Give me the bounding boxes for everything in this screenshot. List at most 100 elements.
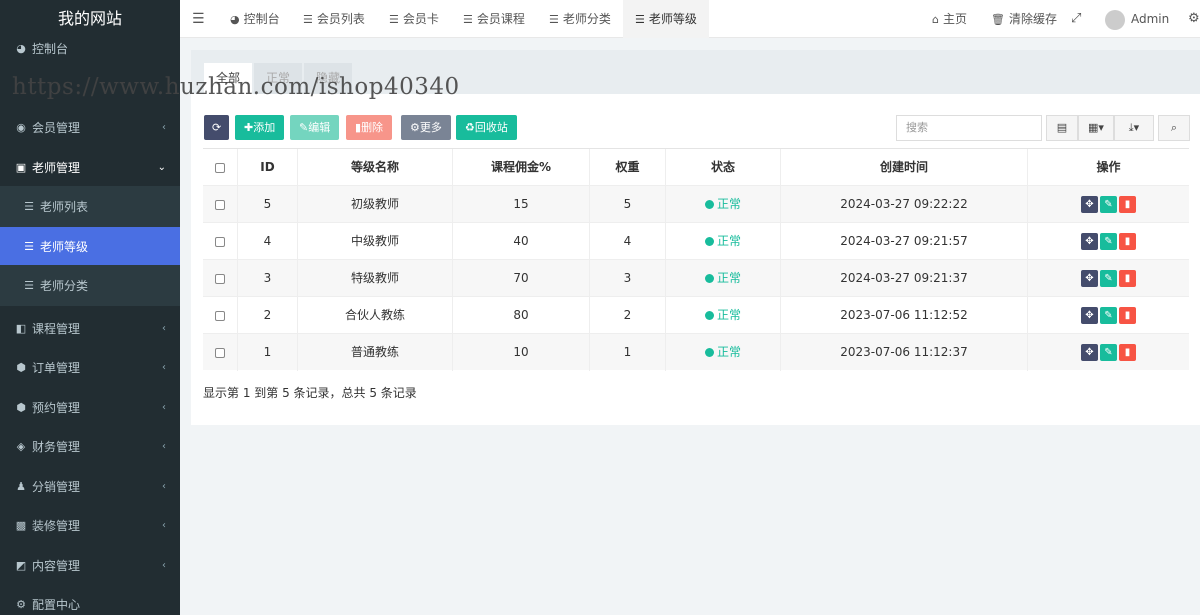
recycle-bin-button[interactable]: ♻回收站 (456, 115, 517, 140)
tab-member-list[interactable]: ☰ 会员列表 (303, 0, 365, 38)
sidebar-item-config[interactable]: ⚙ 配置中心 (0, 585, 180, 615)
sidebar-item-content[interactable]: ◩ 内容管理 ‹ (0, 546, 180, 584)
tab-label: 会员卡 (402, 12, 439, 26)
row-checkbox[interactable] (203, 223, 237, 260)
clear-cache-button[interactable]: 🗑 清除缓存 (991, 0, 1057, 38)
sidebar-item-teacher-levels[interactable]: ☰ 老师等级 (0, 227, 180, 265)
list-icon: ☰ (549, 13, 559, 26)
cell-id: 2 (237, 297, 297, 334)
tab-member-courses[interactable]: ☰ 会员课程 (463, 0, 525, 38)
dashboard-icon: ◕ (16, 41, 26, 55)
delete-row-icon[interactable]: ▮ (1119, 307, 1136, 324)
drag-move-icon[interactable]: ✥ (1081, 233, 1098, 250)
sidebar-item-teachers[interactable]: ▣ 老师管理 ⌄ (0, 148, 180, 186)
sidebar-item-label: 装修管理 (32, 518, 81, 533)
home-icon: ⌂ (932, 13, 939, 26)
column-header[interactable]: ID (237, 149, 297, 186)
sidebar-item-finance[interactable]: ◈ 财务管理 ‹ (0, 427, 180, 465)
dashboard-icon: ◕ (230, 13, 240, 26)
edit-row-icon[interactable]: ✎ (1100, 307, 1117, 324)
column-header[interactable]: 创建时间 (780, 149, 1027, 186)
recycle-icon: ♻ (465, 121, 475, 134)
edit-button[interactable]: ✎编辑 (290, 115, 340, 140)
drag-move-icon[interactable]: ✥ (1081, 344, 1098, 361)
search-button[interactable]: ⌕ (1158, 115, 1190, 141)
hamburger-menu-icon[interactable]: ☰ (192, 0, 205, 38)
chevron-left-icon: ‹ (162, 121, 166, 133)
sidebar-item-teacher-categories[interactable]: ☰ 老师分类 (0, 266, 180, 304)
tab-member-card[interactable]: ☰ 会员卡 (389, 0, 439, 38)
clear-cache-label: 清除缓存 (1008, 12, 1057, 26)
status-badge[interactable]: 正常 (717, 234, 741, 248)
sidebar-item-bookings[interactable]: ⬢ 预约管理 ‹ (0, 388, 180, 426)
status-badge[interactable]: 正常 (717, 308, 741, 322)
tab-dashboard[interactable]: ◕ 控制台 (228, 0, 282, 38)
cell-id: 4 (237, 223, 297, 260)
delete-row-icon[interactable]: ▮ (1119, 196, 1136, 213)
cell-commission: 40 (452, 223, 589, 260)
row-checkbox[interactable] (203, 334, 237, 371)
fullscreen-icon[interactable]: ⤢ (1071, 0, 1081, 38)
sidebar-item-dashboard[interactable]: ◕ 控制台 (0, 29, 180, 67)
sidebar-item-decoration[interactable]: ▩ 装修管理 ‹ (0, 506, 180, 544)
plus-icon: ✚ (244, 121, 254, 134)
sidebar-item-label: 预约管理 (32, 400, 81, 415)
user-menu[interactable]: Admin (1105, 0, 1169, 38)
table-row[interactable]: 4 中级教师 40 4 正常 2024-03-27 09:21:57 ✥ ✎ ▮ (203, 222, 1189, 260)
drag-move-icon[interactable]: ✥ (1081, 307, 1098, 324)
status-badge[interactable]: 正常 (717, 271, 741, 285)
select-all-checkbox[interactable] (203, 149, 237, 186)
row-checkbox[interactable] (203, 186, 237, 223)
column-header[interactable]: 状态 (665, 149, 780, 186)
gear-icon[interactable]: ⚙ (1188, 0, 1200, 38)
status-dot-icon (704, 311, 714, 320)
drag-move-icon[interactable]: ✥ (1081, 196, 1098, 213)
row-checkbox[interactable] (203, 297, 237, 334)
sidebar-item-distribution[interactable]: ♟ 分销管理 ‹ (0, 467, 180, 505)
column-header[interactable]: 课程佣金% (452, 149, 589, 186)
tab-label: 会员课程 (476, 12, 525, 26)
export-dropdown[interactable]: ⤓▾ (1114, 115, 1154, 141)
tab-teacher-levels[interactable]: ☰ 老师等级 (623, 0, 709, 38)
add-button[interactable]: ✚添加 (235, 115, 285, 140)
table-row[interactable]: 2 合伙人教练 80 2 正常 2023-07-06 11:12:52 ✥ ✎ ▮ (203, 296, 1189, 334)
cell-level-name: 特级教师 (297, 260, 452, 297)
status-badge[interactable]: 正常 (717, 197, 741, 211)
cell-commission: 80 (452, 297, 589, 334)
refresh-button[interactable]: ⟳ (204, 115, 230, 140)
toggle-view-button[interactable]: ▤ (1046, 115, 1078, 141)
columns-dropdown[interactable]: ▦▾ (1078, 115, 1114, 141)
home-link[interactable]: ⌂ 主页 (932, 0, 967, 38)
column-header[interactable]: 等级名称 (297, 149, 452, 186)
list-icon: ☰ (24, 199, 34, 213)
sidebar-item-courses[interactable]: ◧ 课程管理 ‹ (0, 309, 180, 347)
edit-row-icon[interactable]: ✎ (1100, 233, 1117, 250)
cell-weight: 3 (589, 260, 665, 297)
table-row[interactable]: 5 初级教师 15 5 正常 2024-03-27 09:22:22 ✥ ✎ ▮ (203, 185, 1189, 223)
row-checkbox[interactable] (203, 260, 237, 297)
avatar (1105, 9, 1125, 30)
edit-row-icon[interactable]: ✎ (1100, 196, 1117, 213)
delete-row-icon[interactable]: ▮ (1119, 233, 1136, 250)
list-icon: ☰ (24, 278, 34, 292)
column-header[interactable]: 权重 (589, 149, 665, 186)
search-input[interactable]: 搜索 (896, 115, 1042, 141)
sidebar-item-label: 会员管理 (32, 120, 81, 135)
sidebar-item-teacher-list[interactable]: ☰ 老师列表 (0, 187, 180, 225)
edit-row-icon[interactable]: ✎ (1100, 270, 1117, 287)
table-row[interactable]: 3 特级教师 70 3 正常 2024-03-27 09:21:37 ✥ ✎ ▮ (203, 259, 1189, 297)
tab-teacher-categories[interactable]: ☰ 老师分类 (549, 0, 611, 38)
cube-icon: ⬢ (16, 400, 26, 414)
delete-row-icon[interactable]: ▮ (1119, 270, 1136, 287)
table-row[interactable]: 1 普通教练 10 1 正常 2023-07-06 11:12:37 ✥ ✎ ▮ (203, 333, 1189, 371)
status-badge[interactable]: 正常 (717, 345, 741, 359)
sidebar-item-members[interactable]: ◉ 会员管理 ‹ (0, 108, 180, 146)
more-button[interactable]: ⚙更多 (401, 115, 451, 140)
trash-icon: 🗑 (991, 13, 1005, 26)
edit-row-icon[interactable]: ✎ (1100, 344, 1117, 361)
status-dot-icon (704, 200, 714, 209)
sidebar-item-orders[interactable]: ⬢ 订单管理 ‹ (0, 348, 180, 386)
delete-button[interactable]: ▮删除 (346, 115, 393, 140)
drag-move-icon[interactable]: ✥ (1081, 270, 1098, 287)
delete-row-icon[interactable]: ▮ (1119, 344, 1136, 361)
